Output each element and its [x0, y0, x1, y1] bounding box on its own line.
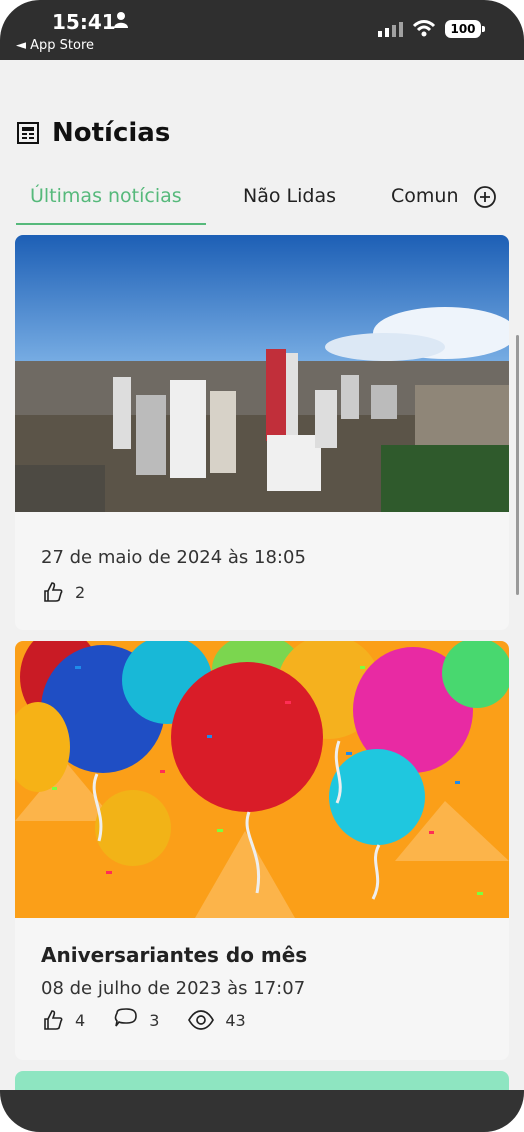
comment-icon	[114, 1008, 137, 1027]
likes-value: 2	[75, 582, 86, 602]
phone-screen: 15:41 ◄ App Store 100 Notícias Últimas n…	[0, 0, 524, 1132]
battery-icon: 100	[445, 20, 485, 38]
back-to-app-store[interactable]: ◄ App Store	[16, 38, 94, 53]
page-title: Notícias	[52, 118, 171, 148]
news-card[interactable]: 27 de maio de 2024 às 18:05 2	[15, 235, 509, 630]
page-header: Notícias	[16, 118, 170, 148]
comments-count[interactable]: 3	[113, 1008, 159, 1032]
tab-community[interactable]: Comun	[391, 185, 458, 207]
eye-icon	[188, 1010, 215, 1030]
scrollbar[interactable]	[516, 335, 519, 595]
signal-icon	[378, 22, 403, 37]
post-date: 27 de maio de 2024 às 18:05	[41, 547, 306, 568]
news-card[interactable]: Aniversariantes do mês 08 de julho de 20…	[15, 641, 509, 1060]
bottom-bar	[0, 1090, 524, 1132]
post-date: 08 de julho de 2023 às 17:07	[41, 978, 306, 999]
status-bar: 15:41 ◄ App Store 100	[0, 0, 524, 60]
city-skyline-image	[15, 235, 509, 512]
comments-value: 3	[149, 1010, 160, 1030]
likes-count[interactable]: 2	[41, 580, 85, 604]
tab-unread[interactable]: Não Lidas	[243, 185, 336, 207]
add-circle-icon[interactable]	[474, 186, 496, 208]
newspaper-icon	[17, 122, 39, 144]
views-value: 43	[225, 1010, 246, 1030]
news-tabs: Últimas notícias Não Lidas Comun	[0, 175, 524, 225]
thumbs-up-icon	[44, 582, 63, 602]
active-tab-indicator	[16, 223, 206, 225]
thumbs-up-icon	[44, 1010, 63, 1030]
status-time: 15:41	[52, 10, 116, 34]
person-icon	[114, 12, 128, 28]
post-stats: 2	[41, 580, 113, 604]
likes-count[interactable]: 4	[41, 1008, 85, 1032]
views-count[interactable]: 43	[187, 1009, 246, 1031]
post-title: Aniversariantes do mês	[41, 943, 308, 967]
balloons-image	[15, 641, 509, 918]
post-stats: 4 3 43	[41, 1008, 274, 1032]
wifi-icon	[412, 20, 436, 37]
likes-value: 4	[75, 1010, 86, 1030]
tab-latest-news[interactable]: Últimas notícias	[30, 185, 182, 207]
